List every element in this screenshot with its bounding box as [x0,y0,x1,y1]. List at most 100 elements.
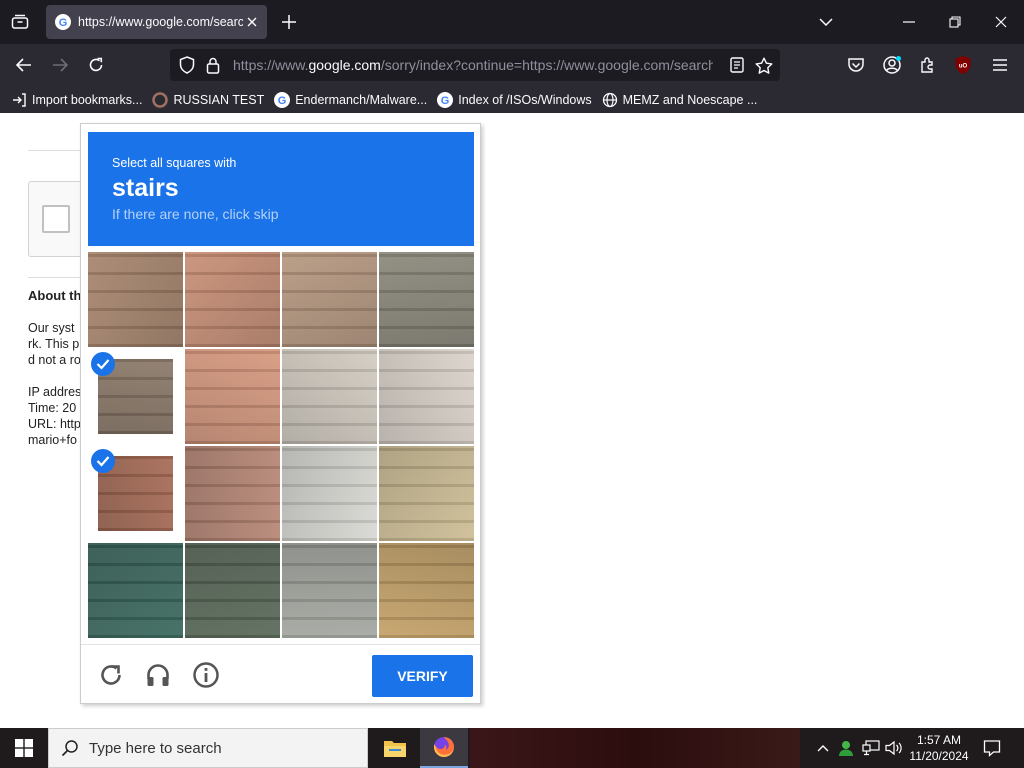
bookmark-star-icon[interactable] [755,56,773,74]
captcha-tile[interactable] [282,252,377,347]
selected-check-icon [91,352,115,376]
time-text: Time: 20 [28,401,77,415]
captcha-challenge: Select all squares with stairs If there … [80,123,481,704]
bookmark-import[interactable]: Import bookmarks... [11,92,142,108]
menu-icon[interactable] [988,53,1012,77]
ublock-icon[interactable]: uO [951,53,975,77]
captcha-tile[interactable] [379,349,474,444]
reload-challenge-icon[interactable] [97,661,125,689]
firefox-taskbar-icon[interactable] [420,728,468,768]
navigation-toolbar: https://www.google.com/sorry/index?conti… [0,44,1024,86]
captcha-tile[interactable] [379,543,474,638]
windows-start-icon[interactable] [0,728,48,768]
captcha-tile[interactable] [88,349,183,444]
captcha-instructions: Select all squares with stairs If there … [88,132,474,246]
target-word: stairs [112,174,179,202]
tile-image [379,446,474,541]
bookmarks-toolbar: Import bookmarks... RUSSIAN TEST G Ender… [0,86,1024,113]
tab-list-icon[interactable] [6,9,34,35]
tile-image [282,349,377,444]
tile-image [185,252,280,347]
captcha-tile[interactable] [282,543,377,638]
active-tab[interactable]: G https://www.google.com/search [46,5,267,39]
instruction-text: Select all squares with [112,156,237,170]
file-explorer-icon[interactable] [371,728,419,768]
address-bar[interactable]: https://www.google.com/sorry/index?conti… [170,49,780,81]
search-icon [61,740,78,757]
captcha-tile[interactable] [282,446,377,541]
divider [28,277,80,278]
chevron-up-icon[interactable] [813,738,833,758]
captcha-tile[interactable] [88,252,183,347]
globe-icon [602,92,618,108]
taskbar: Type here to search 1:57 AM 11/20/2024 [0,728,1024,768]
url-text[interactable]: https://www.google.com/sorry/index?conti… [233,57,713,73]
new-tab-icon[interactable] [278,11,300,33]
body-text: d not a ro [28,353,81,367]
bookmark-russian-test[interactable]: RUSSIAN TEST [152,91,264,108]
network-icon[interactable] [861,738,881,758]
body-text: Our syst [28,321,75,335]
account-icon[interactable] [880,53,904,77]
user-tray-icon[interactable] [836,738,856,758]
tile-image [379,252,474,347]
site-icon [152,91,169,108]
volume-icon[interactable] [884,738,904,758]
skip-hint: If there are none, click skip [112,206,279,222]
svg-text:G: G [441,95,450,107]
audio-challenge-icon[interactable] [144,661,172,689]
captcha-tile[interactable] [185,252,280,347]
tab-title: https://www.google.com/search [78,15,243,29]
tile-image [379,543,474,638]
info-icon[interactable] [192,661,220,689]
url-text: URL: http [28,417,81,431]
recaptcha-widget [28,181,88,257]
bookmark-endermanch[interactable]: G Endermanch/Malware... [274,91,427,108]
tile-image [88,543,183,638]
tile-image [282,543,377,638]
back-icon[interactable] [11,52,37,78]
captcha-tile[interactable] [379,252,474,347]
selected-check-icon [91,449,115,473]
bookmark-memz[interactable]: MEMZ and Noescape ... [602,92,757,108]
tile-image [282,252,377,347]
captcha-tile[interactable] [88,543,183,638]
captcha-tile[interactable] [88,446,183,541]
close-window-icon[interactable] [986,8,1016,36]
ip-address-text: IP addres [28,385,82,399]
forward-icon[interactable] [47,52,73,78]
tab-bar: G https://www.google.com/search [0,0,1024,44]
taskbar-search[interactable]: Type here to search [48,728,368,768]
image-grid [88,252,474,638]
bookmark-isos-windows[interactable]: G Index of /ISOs/Windows [437,91,592,108]
system-clock[interactable]: 1:57 AM 11/20/2024 [908,732,970,764]
pocket-icon[interactable] [844,53,868,77]
close-tab-icon[interactable] [243,13,261,31]
restore-icon[interactable] [940,8,970,36]
list-all-tabs-icon[interactable] [811,8,841,36]
verify-button[interactable]: VERIFY [372,655,473,697]
extensions-icon[interactable] [916,53,940,77]
captcha-tile[interactable] [379,446,474,541]
minimize-icon[interactable] [894,8,924,36]
lock-icon[interactable] [204,56,222,74]
tile-image [185,349,280,444]
captcha-tile[interactable] [185,543,280,638]
tracking-protection-icon[interactable] [178,56,196,74]
tile-image [185,543,280,638]
captcha-footer: VERIFY [81,644,480,704]
captcha-tile[interactable] [185,349,280,444]
captcha-tile[interactable] [185,446,280,541]
google-icon: G [437,91,454,108]
tile-image [282,446,377,541]
google-icon: G [55,14,71,30]
captcha-tile[interactable] [282,349,377,444]
import-icon [11,92,27,108]
notifications-icon[interactable] [982,738,1002,758]
google-icon: G [274,91,291,108]
svg-text:G: G [59,17,68,29]
reader-view-icon[interactable] [728,56,746,74]
reload-icon[interactable] [83,52,109,78]
clock-date: 11/20/2024 [909,749,969,763]
recaptcha-checkbox[interactable] [42,205,70,233]
